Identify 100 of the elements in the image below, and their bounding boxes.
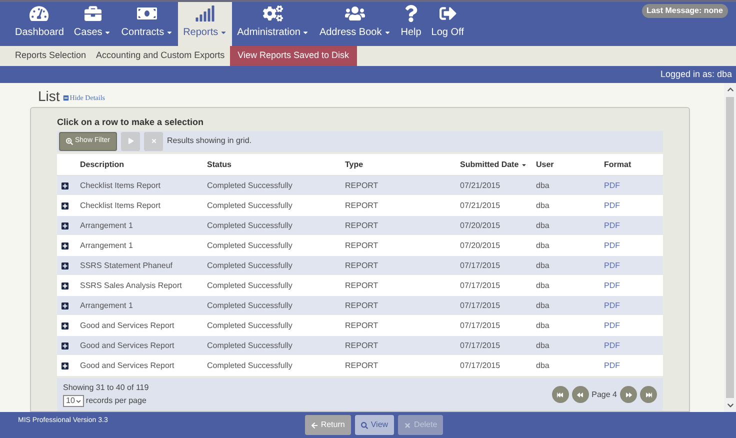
table-cell-text: PDF	[604, 340, 621, 352]
subnav-tab[interactable]: Accounting and Custom Exports	[91, 46, 230, 66]
zoom-in-icon	[66, 138, 73, 145]
table-cell-text: dba	[536, 360, 550, 372]
skip-forward-icon	[646, 392, 652, 398]
table-cell-text: Completed Successfully	[207, 180, 294, 192]
table-cell-text: REPORT	[345, 200, 380, 212]
table-row[interactable]: Arrangement 1 Completed Successfully REPORT 07/17/2015 dba PDF	[57, 296, 663, 316]
table-cell-text: dba	[536, 280, 550, 292]
expand-icon[interactable]	[61, 222, 69, 230]
column-header[interactable]: Status	[207, 158, 345, 171]
briefcase-icon	[82, 5, 103, 22]
expand-icon[interactable]	[61, 302, 69, 310]
next-page-button[interactable]	[620, 386, 637, 404]
search-icon	[360, 422, 368, 428]
subnav-tab[interactable]: View Reports Saved to Disk	[230, 46, 358, 66]
chevron-down-icon[interactable]	[726, 402, 734, 409]
table-cell-text: Completed Successfully	[207, 240, 294, 252]
gauge-icon	[29, 5, 50, 22]
logout-icon	[438, 5, 458, 22]
nav-tab[interactable]: Reports	[178, 2, 232, 46]
nav-tab[interactable]: Contracts	[116, 2, 178, 46]
table-cell-text: REPORT	[345, 220, 380, 232]
table-cell-text: PDF	[604, 320, 621, 332]
subnav-tab[interactable]: Reports Selection	[10, 46, 92, 66]
close-icon	[404, 422, 412, 428]
chevron-down-icon	[76, 398, 81, 404]
table-cell-text: 07/17/2015	[460, 260, 502, 272]
nav-tab[interactable]: Cases	[68, 2, 116, 46]
people-icon	[345, 5, 366, 22]
expand-icon[interactable]	[61, 362, 69, 370]
column-header[interactable]: Format	[604, 158, 663, 171]
expand-icon[interactable]	[61, 262, 69, 270]
table-cell-text: Completed Successfully	[207, 340, 294, 352]
table-cell-text: 07/20/2015	[460, 220, 502, 232]
table-cell-text: PDF	[604, 280, 621, 292]
expand-icon[interactable]	[61, 342, 69, 350]
table-cell-text: dba	[536, 220, 550, 232]
skip-back-icon	[557, 392, 564, 398]
table-cell-text: Arrangement 1	[80, 300, 134, 312]
table-cell-text: Completed Successfully	[207, 320, 294, 332]
table-cell-text: Completed Successfully	[207, 360, 294, 372]
table-row[interactable]: Good and Services Report Completed Successfully REPORT 07/17/2015 dba PDF	[57, 336, 663, 356]
table-cell-text: SSRS Sales Analysis Report	[80, 280, 183, 292]
table-cell-text: Completed Successfully	[207, 300, 294, 312]
table-cell-text: dba	[536, 200, 550, 212]
table-cell-text: Checklist Items Report	[80, 180, 162, 192]
last-page-button[interactable]	[640, 386, 657, 404]
column-header[interactable]: Description	[80, 158, 207, 171]
column-header[interactable]: Type	[345, 158, 460, 171]
column-header[interactable]: User	[536, 158, 604, 171]
table-cell-text: PDF	[604, 260, 621, 272]
list-title: List	[38, 87, 60, 106]
nav-tab[interactable]: Dashboard	[10, 2, 69, 46]
table-cell-text: Completed Successfully	[207, 260, 294, 272]
table-cell-text: PDF	[604, 360, 621, 372]
scrollbar[interactable]	[724, 83, 736, 412]
expand-icon[interactable]	[61, 202, 69, 210]
table-cell-text: REPORT	[345, 320, 380, 332]
table-cell-text: Good and Services Report	[80, 320, 176, 332]
instruction-text: Click on a row to make a selection	[57, 116, 205, 129]
logged-in-label: Logged in as: dba	[660, 68, 732, 81]
page-size-select[interactable]: 10	[63, 395, 84, 408]
expand-icon[interactable]	[61, 242, 69, 250]
expand-icon[interactable]	[61, 322, 69, 330]
table-cell-text: 07/17/2015	[460, 360, 502, 372]
play-icon	[128, 138, 134, 144]
expand-icon[interactable]	[61, 282, 69, 290]
table-cell-text: 07/21/2015	[460, 180, 502, 192]
rewind-icon	[577, 392, 584, 398]
previous-page-button[interactable]	[572, 386, 589, 404]
fast-forward-icon	[626, 392, 632, 398]
arrow-left-icon	[310, 422, 318, 428]
nav-tab[interactable]: Administration	[232, 2, 314, 46]
table-cell-text: dba	[536, 260, 550, 272]
table-cell-text: 07/17/2015	[460, 320, 502, 332]
nav-tab[interactable]: Log Off	[426, 2, 469, 46]
view-button[interactable]: View	[354, 415, 394, 435]
first-page-button[interactable]	[552, 386, 569, 404]
nav-tab[interactable]: Address Book	[314, 2, 396, 46]
nav-tab[interactable]: Help	[396, 2, 426, 46]
table-cell-text: PDF	[604, 220, 621, 232]
table-cell-text: Completed Successfully	[207, 200, 294, 212]
table-row[interactable]: Checklist Items Report Completed Successfully REPORT 07/21/2015 dba PDF	[57, 176, 663, 196]
table-cell-text: Arrangement 1	[80, 220, 134, 232]
scrollbar-thumb[interactable]	[726, 97, 734, 398]
table-cell-text: REPORT	[345, 300, 380, 312]
expand-icon[interactable]	[61, 182, 69, 190]
table-row[interactable]: Arrangement 1 Completed Successfully REPORT 07/20/2015 dba PDF	[57, 216, 663, 236]
banknote-icon	[137, 5, 158, 22]
last-message-badge: Last Message: none	[642, 4, 728, 18]
column-header[interactable]: Submitted Date	[460, 158, 536, 171]
page-size-label: records per page	[86, 395, 146, 408]
table-cell-text: 07/17/2015	[460, 340, 502, 352]
table-cell-text: REPORT	[345, 340, 380, 352]
table-cell-text: Good and Services Report	[80, 340, 176, 352]
chevron-up-icon[interactable]	[726, 86, 734, 93]
table-row[interactable]: SSRS Statement Phaneuf Completed Successfully REPORT 07/17/2015 dba PDF	[57, 256, 663, 276]
table-cell-text: REPORT	[345, 280, 380, 292]
table-cell-text: Completed Successfully	[207, 280, 294, 292]
